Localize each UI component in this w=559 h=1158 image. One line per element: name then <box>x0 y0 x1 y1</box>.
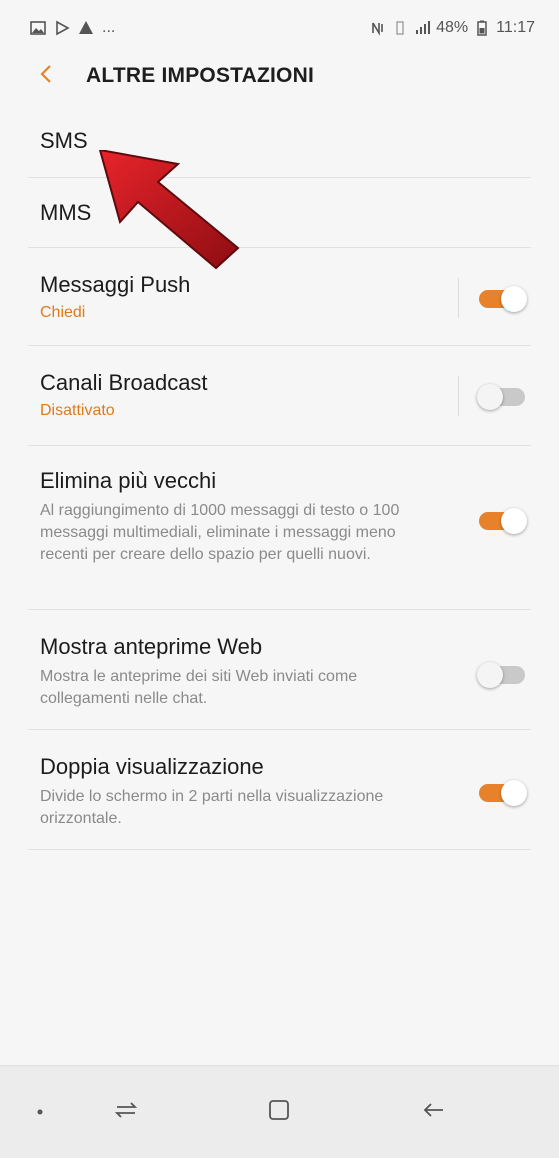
page-title: ALTRE IMPOSTAZIONI <box>86 64 314 87</box>
status-more: ... <box>102 19 116 36</box>
play-store-icon <box>54 20 70 36</box>
divider <box>458 376 459 416</box>
nav-home-button[interactable] <box>259 1092 299 1132</box>
dot-icon <box>36 1103 44 1121</box>
setting-broadcast[interactable]: Canali Broadcast Disattivato <box>28 346 531 446</box>
red-arrow-annotation <box>98 148 248 270</box>
setting-delete-old-subtitle: Al raggiungimento di 1000 messaggi di te… <box>40 502 400 563</box>
setting-sms-title: SMS <box>40 128 88 153</box>
setting-web-preview-title: Mostra anteprime Web <box>40 634 263 659</box>
delete-old-toggle[interactable] <box>475 506 529 536</box>
setting-web-preview-subtitle: Mostra le anteprime dei siti Web inviati… <box>40 668 358 707</box>
signal-icon <box>414 20 431 36</box>
chevron-left-icon <box>39 63 53 90</box>
recents-icon <box>113 1099 139 1126</box>
setting-dual-view[interactable]: Doppia visualizzazione Divide lo schermo… <box>28 730 531 850</box>
broadcast-toggle[interactable] <box>475 382 529 412</box>
gallery-icon <box>30 20 46 36</box>
status-notifications: ... <box>30 19 115 37</box>
nfc-icon <box>370 20 386 36</box>
nav-dot-button[interactable] <box>20 1092 60 1132</box>
status-bar: ... 48% 11:17 <box>0 0 559 56</box>
warning-icon <box>78 20 94 36</box>
settings-list: SMS MMS Messaggi Push Chiedi Canali Broa… <box>0 108 559 850</box>
navigation-bar <box>0 1065 559 1158</box>
push-toggle[interactable] <box>475 284 529 314</box>
app-header: ALTRE IMPOSTAZIONI <box>0 56 559 96</box>
setting-dual-view-subtitle: Divide lo schermo in 2 parti nella visua… <box>40 788 384 827</box>
status-system: 48% 11:17 <box>370 19 535 37</box>
home-icon <box>267 1098 291 1127</box>
battery-percent: 48% <box>436 19 469 36</box>
vibrate-icon <box>392 20 408 36</box>
clock: 11:17 <box>496 19 535 36</box>
setting-web-preview[interactable]: Mostra anteprime Web Mostra le anteprime… <box>28 610 531 730</box>
battery-icon <box>474 20 490 36</box>
setting-delete-old-title: Elimina più vecchi <box>40 468 217 493</box>
setting-dual-view-title: Doppia visualizzazione <box>40 754 264 779</box>
back-icon <box>421 1099 447 1126</box>
web-preview-toggle[interactable] <box>475 660 529 690</box>
dual-view-toggle[interactable] <box>475 778 529 808</box>
setting-delete-old[interactable]: Elimina più vecchi Al raggiungimento di … <box>28 446 531 610</box>
divider <box>458 278 459 318</box>
nav-recents-button[interactable] <box>106 1092 146 1132</box>
nav-back-button[interactable] <box>414 1092 454 1132</box>
back-button[interactable] <box>30 56 62 96</box>
